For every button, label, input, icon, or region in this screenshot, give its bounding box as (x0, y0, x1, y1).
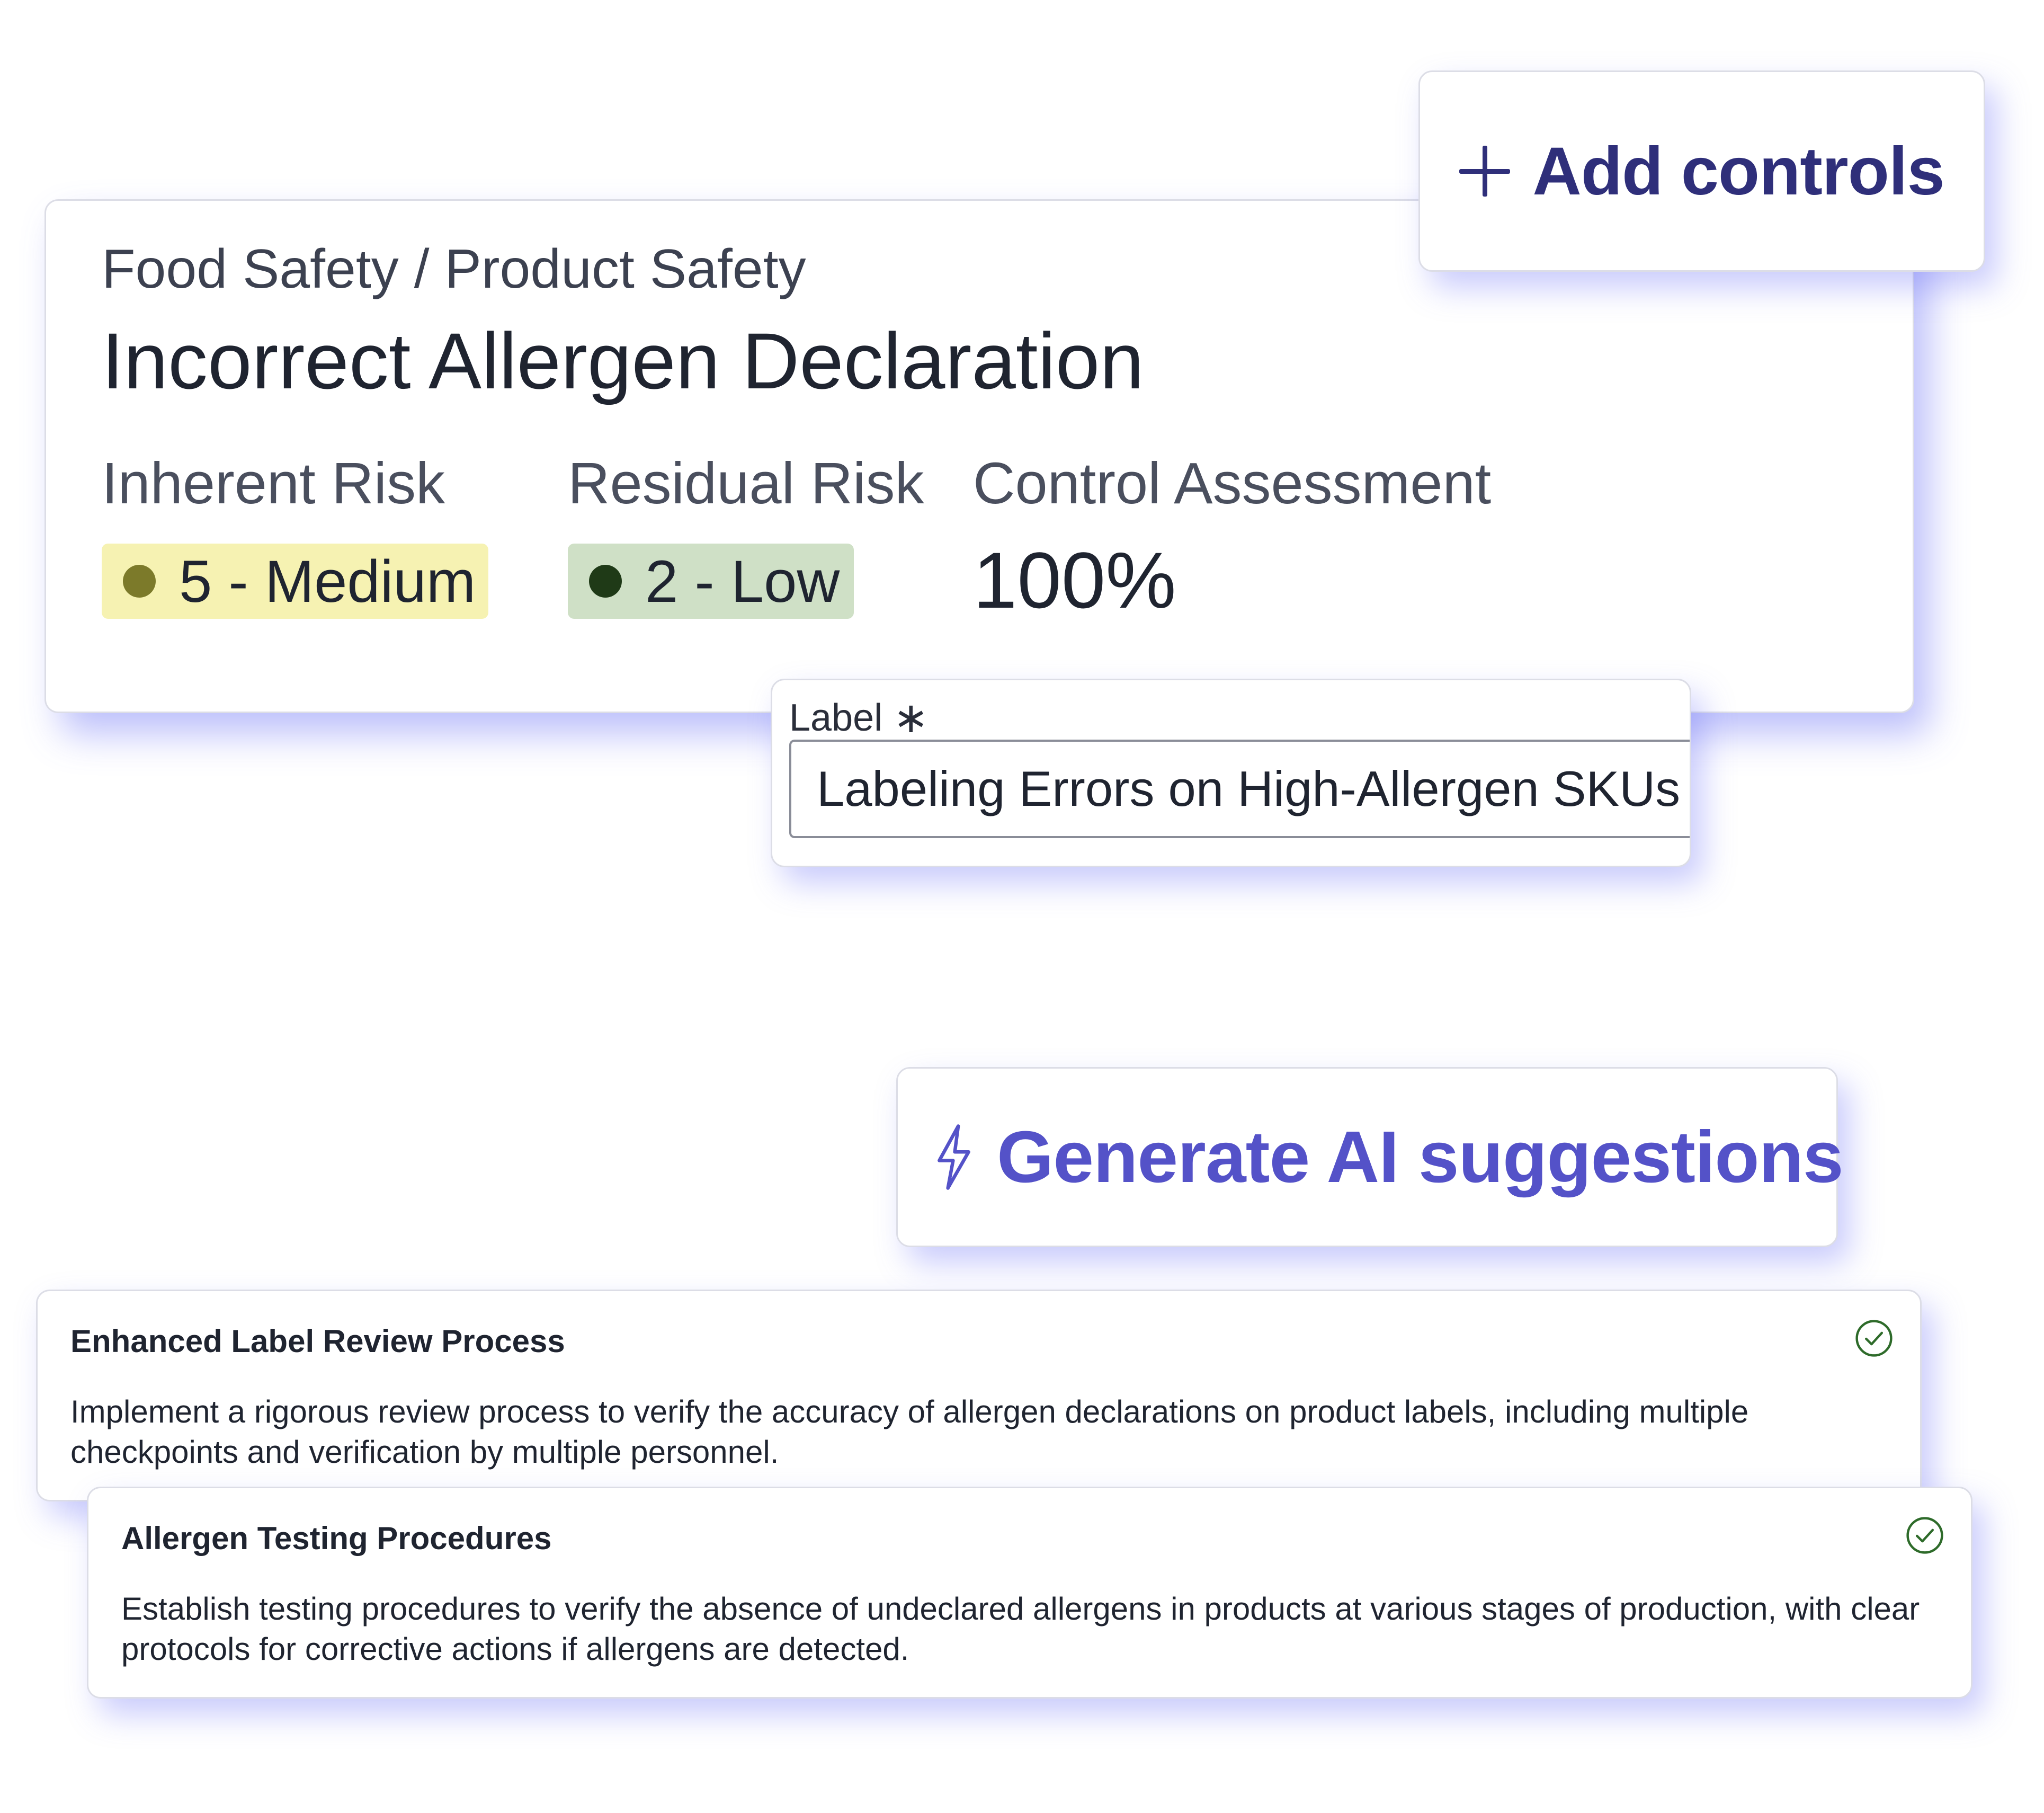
residual-risk-value: 2 - Low (645, 548, 840, 615)
inherent-risk-label: Inherent Risk (102, 451, 445, 516)
add-controls-button[interactable]: Add controls (1418, 70, 1985, 272)
suggestion-title: Enhanced Label Review Process (70, 1323, 565, 1359)
check-circle-icon[interactable] (1905, 1516, 1944, 1555)
control-assessment-label: Control Assessment (973, 451, 1492, 516)
suggestion-card[interactable]: Allergen Testing Procedures Establish te… (87, 1487, 1972, 1699)
plus-icon (1459, 146, 1511, 197)
check-circle-icon[interactable] (1854, 1319, 1894, 1358)
status-dot-icon (589, 565, 622, 598)
required-asterisk-icon: ∗ (893, 694, 929, 741)
control-assessment-value: 100% (973, 536, 1176, 625)
inherent-risk-badge: 5 - Medium (102, 544, 488, 619)
generate-ai-suggestions-button[interactable]: Generate AI suggestions (896, 1067, 1844, 1247)
label-field-card: Label ∗ Labeling Errors on High-Allergen… (771, 679, 1691, 867)
generate-ai-suggestions-label: Generate AI suggestions (997, 1116, 1844, 1198)
label-field-caption-text: Label (789, 696, 883, 739)
residual-risk-badge: 2 - Low (568, 544, 854, 619)
lightning-bolt-icon (938, 1124, 970, 1190)
suggestion-description: Implement a rigorous review process to v… (70, 1394, 1749, 1470)
inherent-risk-value: 5 - Medium (179, 548, 476, 615)
suggestion-title: Allergen Testing Procedures (121, 1521, 552, 1556)
residual-risk-label: Residual Risk (568, 451, 924, 516)
breadcrumb[interactable]: Food Safety / Product Safety (102, 238, 806, 301)
risk-summary-card: Food Safety / Product Safety Incorrect A… (44, 199, 1914, 713)
label-field-caption: Label ∗ (789, 693, 929, 742)
suggestion-card[interactable]: Enhanced Label Review Process Implement … (36, 1290, 1922, 1501)
suggestion-description: Establish testing procedures to verify t… (121, 1591, 1920, 1667)
label-input[interactable]: Labeling Errors on High-Allergen SKUs (789, 740, 1690, 838)
status-dot-icon (123, 565, 156, 598)
add-controls-label: Add controls (1532, 133, 1944, 209)
risk-title: Incorrect Allergen Declaration (102, 316, 1144, 405)
